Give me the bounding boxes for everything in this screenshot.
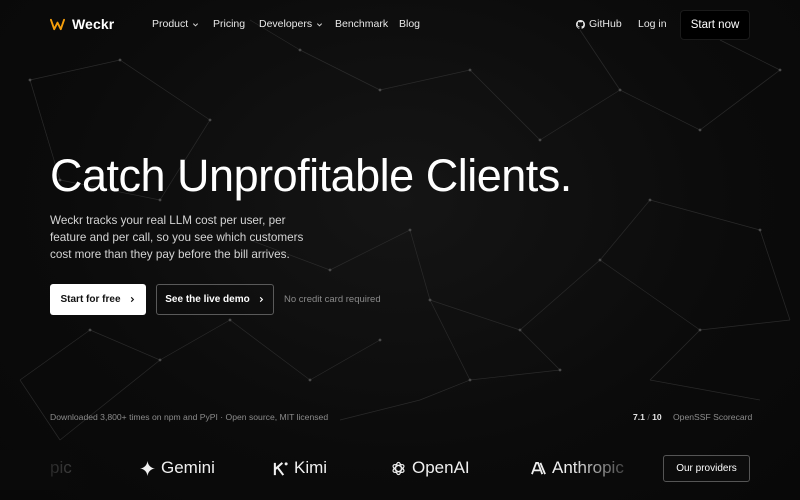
nav-item-product[interactable]: Product bbox=[152, 18, 199, 30]
provider-item-openai: OpenAI bbox=[391, 458, 470, 478]
button-label: See the live demo bbox=[165, 294, 250, 305]
score-max: 10 bbox=[652, 412, 662, 422]
gemini-icon bbox=[140, 460, 155, 476]
hero-subtitle: Weckr tracks your real LLM cost per user… bbox=[50, 214, 304, 261]
openai-icon bbox=[392, 461, 405, 475]
provider-item-kimi: Kimi bbox=[273, 458, 327, 478]
landing-page: Weckr Product Pricing Developers Benchma… bbox=[0, 0, 800, 500]
nav-item-label: Blog bbox=[399, 18, 421, 30]
nav-item-developers[interactable]: Developers bbox=[259, 18, 323, 30]
login-link[interactable]: Log in bbox=[638, 18, 667, 30]
nav-item-benchmark[interactable]: Benchmark bbox=[335, 18, 388, 30]
openssf-score: 7.1 / 10 bbox=[633, 412, 662, 422]
kimi-icon bbox=[273, 461, 288, 476]
start-now-button[interactable]: Start now bbox=[680, 10, 750, 40]
github-link[interactable]: GitHub bbox=[576, 18, 622, 30]
button-label: Start for free bbox=[60, 294, 121, 305]
weckr-logo-icon bbox=[50, 18, 65, 30]
anthropic-icon bbox=[531, 461, 546, 474]
nav-item-label: Developers bbox=[259, 18, 313, 30]
our-providers-button[interactable]: Our providers bbox=[663, 455, 750, 482]
chevron-right-icon bbox=[130, 296, 134, 303]
provider-name: Gemini bbox=[161, 458, 215, 477]
chevron-right-icon bbox=[259, 296, 263, 303]
start-for-free-button[interactable]: Start for free bbox=[50, 284, 146, 315]
nav-item-label: Pricing bbox=[213, 18, 246, 30]
downloads-stat: Downloaded 3,800+ times on npm and PyPI … bbox=[50, 412, 329, 422]
chevron-down-icon bbox=[317, 22, 323, 27]
marquee-fade-left bbox=[0, 450, 110, 490]
live-demo-button[interactable]: See the live demo bbox=[156, 284, 274, 315]
brand-name: Weckr bbox=[72, 16, 115, 32]
provider-name: Kimi bbox=[294, 458, 328, 477]
no-credit-card-note: No credit card required bbox=[284, 294, 381, 305]
nav-item-pricing[interactable]: Pricing bbox=[213, 18, 245, 30]
marquee-fade-right bbox=[570, 450, 660, 490]
github-label: GitHub bbox=[589, 18, 622, 30]
hero-title: Catch Unprofitable Clients. bbox=[50, 150, 572, 201]
chevron-down-icon bbox=[193, 22, 199, 27]
score-value: 7.1 bbox=[633, 412, 645, 422]
nav-item-blog[interactable]: Blog bbox=[399, 18, 420, 30]
github-icon bbox=[576, 19, 585, 29]
provider-name: OpenAI bbox=[412, 458, 470, 477]
top-navigation: Weckr Product Pricing Developers Benchma… bbox=[0, 0, 800, 50]
nav-item-label: Product bbox=[152, 18, 189, 30]
provider-item-gemini: Gemini bbox=[140, 458, 215, 478]
brand-logo[interactable]: Weckr bbox=[50, 16, 114, 32]
nav-item-label: Benchmark bbox=[335, 18, 389, 30]
openssf-label: OpenSSF Scorecard bbox=[673, 412, 753, 422]
